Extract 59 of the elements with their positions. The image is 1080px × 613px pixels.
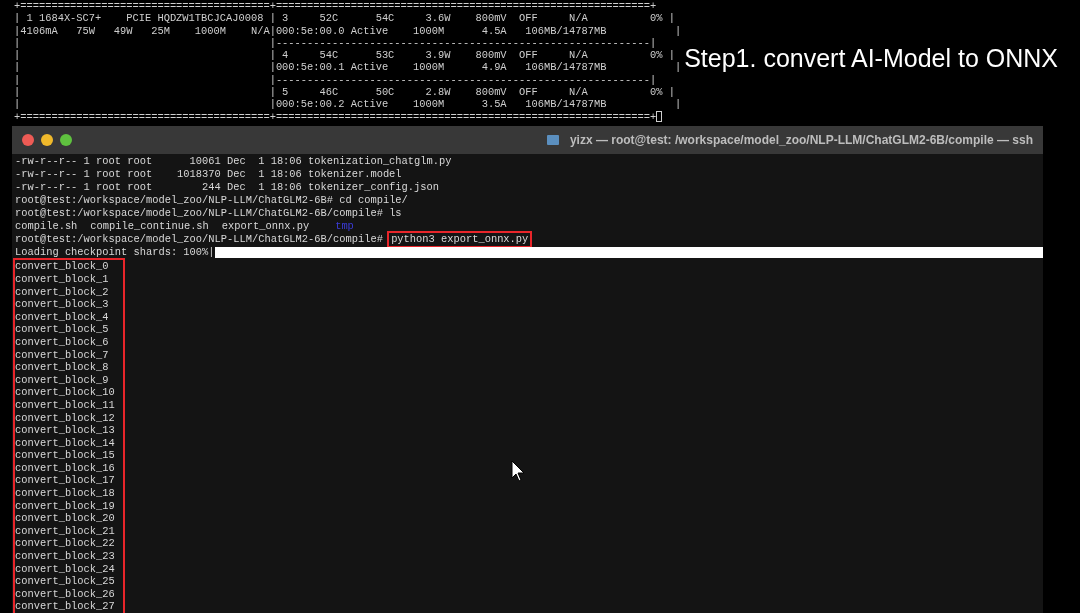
terminal-line: | |000:5e:00.1 Active 1000M 4.9A 106MB/14787MB |: [14, 61, 682, 74]
terminal-line: convert_block_2: [15, 285, 110, 299]
terminal-line: convert_block_4: [15, 310, 110, 324]
shell-prompt: root@test:/workspace/model_zoo/NLP-LLM/ChatGLM2-6B/compile#: [15, 207, 384, 221]
terminal-line: convert_block_26: [15, 587, 115, 601]
file-name: compile_continue.sh: [90, 220, 209, 234]
terminal-line: |4106mA 75W 49W 25M 1000M N/A|000:5e:00.0 Active 1000M 4.5A 106MB/14787MB |: [14, 24, 682, 37]
shell-prompt: root@test:/workspace/model_zoo/NLP-LLM/ChatGLM2-6B/compile#: [15, 233, 384, 247]
shell-command: cd compile/: [339, 194, 408, 208]
terminal-line: convert_block_6: [15, 335, 110, 349]
terminal-line: convert_block_1: [15, 272, 110, 286]
terminal-line: convert_block_5: [15, 323, 110, 336]
maximize-button[interactable]: [60, 134, 72, 147]
terminal-line: | | 5 46C 50C 2.8W 800mV OFF N/A 0% |: [14, 86, 675, 99]
minimize-button[interactable]: [41, 134, 53, 147]
terminal-line: convert_block_18: [15, 487, 115, 500]
terminal-line: | |000:5e:00.2 Active 1000M 3.5A 106MB/14787MB |: [14, 98, 682, 111]
terminal-line: | | 4 54C 53C 3.9W 800mV OFF N/A 0% |: [14, 49, 675, 62]
shell-prompt: root@test:/workspace/model_zoo/NLP-LLM/ChatGLM2-6B#: [15, 194, 334, 208]
terminal-line: convert_block_7: [15, 348, 110, 362]
terminal-line: convert_block_21: [15, 524, 115, 538]
directory-name: tmp: [335, 220, 354, 234]
terminal-line: convert_block_9: [15, 373, 110, 387]
folder-icon: [546, 135, 559, 146]
terminal-line: convert_block_15: [15, 449, 115, 462]
terminal-line: convert_block_23: [15, 550, 115, 563]
terminal-line: -rw-r--r-- 1 root root 10061 Dec 1 18:06 tokenization_chatglm.py: [15, 155, 452, 169]
terminal-line: convert_block_8: [15, 361, 110, 374]
terminal-line: convert_block_10: [15, 386, 115, 399]
terminal-line: -rw-r--r-- 1 root root 244 Dec 1 18:06 tokenizer_config.json: [15, 181, 439, 195]
terminal-line: +========================================+============================================================+: [14, 0, 657, 13]
terminal-line: convert_block_25: [15, 575, 115, 588]
terminal-line: convert_block_12: [15, 411, 115, 425]
terminal-line: convert_block_11: [15, 398, 115, 412]
terminal-line: convert_block_16: [15, 461, 115, 475]
terminal-line: convert_block_17: [15, 474, 115, 488]
terminal-line: convert_block_24: [15, 562, 115, 576]
file-name: compile.sh: [15, 220, 78, 234]
terminal-line: | |------------------------------------------------------------|: [14, 36, 657, 50]
file-name: export_onnx.py: [221, 220, 310, 234]
terminal-line: convert_block_22: [15, 537, 115, 551]
window-title: yizx — root@test: /workspace/model_zoo/NLP-LLM/ChatGLM2-6B/compile — ssh: [569, 132, 1033, 150]
terminal-line: -rw-r--r-- 1 root root 1018370 Dec 1 18:06 tokenizer.model: [15, 168, 402, 182]
terminal-line: | |------------------------------------------------------------|: [14, 73, 657, 87]
terminal-line: convert_block_0: [15, 260, 110, 273]
progress-label: Loading checkpoint shards: 100%|: [15, 246, 215, 260]
shell-command: python3 export_onnx.py: [389, 233, 531, 247]
terminal-line: convert_block_20: [15, 512, 115, 525]
terminal-line: convert_block_13: [15, 424, 115, 437]
slide-annotation: Step1. convert AI-Model to ONNX: [684, 44, 1058, 72]
terminal-line: convert_block_3: [15, 298, 110, 311]
close-button[interactable]: [22, 134, 34, 147]
shell-command: ls: [389, 207, 402, 221]
terminal-line: | 1 1684X-SC7+ PCIE HQDZW1TBCJCAJ0008 | 3 52C 54C 3.6W 800mV OFF N/A 0% |: [14, 12, 675, 25]
terminal-line: convert_block_14: [15, 436, 115, 450]
terminal-line: convert_block_19: [15, 499, 115, 513]
pointer-cursor-icon: [511, 460, 525, 482]
terminal-line: +========================================+============================================================+: [14, 110, 657, 123]
terminal-line: convert_block_27: [15, 600, 115, 613]
